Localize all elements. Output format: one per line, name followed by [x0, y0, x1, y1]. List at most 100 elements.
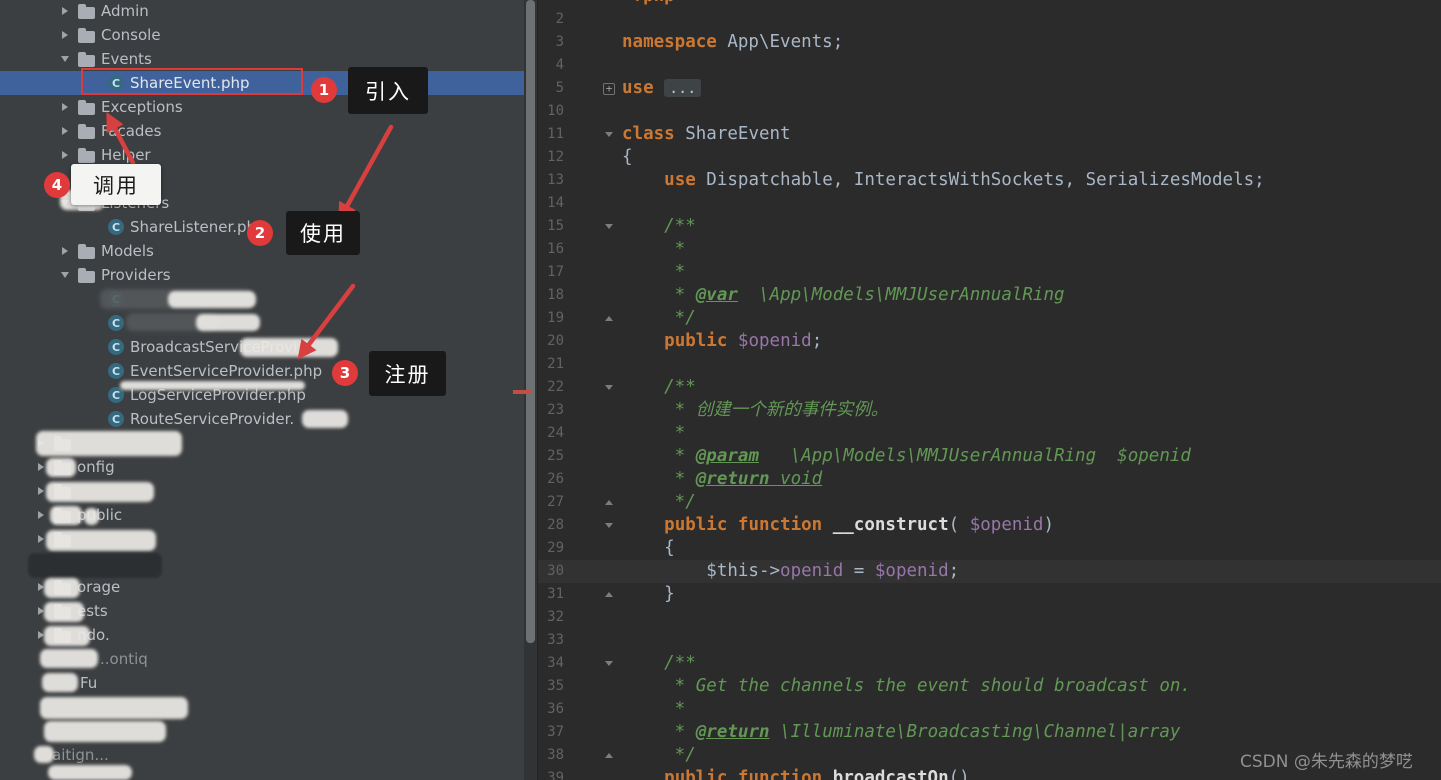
code-line-5[interactable]: 5+use ...	[538, 77, 1441, 100]
folder-icon	[78, 7, 95, 19]
code-line-13[interactable]: 13 use Dispatchable, InteractsWithSocket…	[538, 169, 1441, 192]
tree-item-providers[interactable]: Providers	[0, 263, 537, 287]
tree-item-console[interactable]: Console	[0, 23, 537, 47]
php-class-icon: C	[108, 411, 124, 427]
tree-item-exceptions[interactable]: Exceptions	[0, 95, 537, 119]
php-class-icon: C	[108, 219, 124, 235]
censor-blob	[48, 765, 132, 780]
chevron-down-icon[interactable]	[52, 272, 78, 278]
line-number: 24	[538, 422, 564, 445]
php-class-icon: C	[108, 363, 124, 379]
code-line-34[interactable]: 34 /**	[538, 652, 1441, 675]
tree-scrollbar-thumb[interactable]	[526, 0, 535, 643]
code-line-16[interactable]: 16 *	[538, 238, 1441, 261]
code-line-2[interactable]: 2	[538, 8, 1441, 31]
censor-blob	[34, 746, 54, 763]
line-number: 15	[538, 215, 564, 238]
tree-item-onfig[interactable]: onfig	[0, 455, 537, 479]
fold-open-icon[interactable]	[600, 215, 618, 238]
chevron-right-icon[interactable]	[52, 103, 78, 111]
tree-item-routeserviceprovider[interactable]: CRouteServiceProvider.	[0, 407, 537, 431]
fold-open-icon[interactable]	[600, 652, 618, 675]
code-text: *	[622, 698, 1441, 721]
code-line-12[interactable]: 12{	[538, 146, 1441, 169]
code-line-20[interactable]: 20 public $openid;	[538, 330, 1441, 353]
line-number: 22	[538, 376, 564, 399]
chevron-right-icon[interactable]	[52, 127, 78, 135]
chevron-right-icon[interactable]	[52, 247, 78, 255]
chevron-right-icon[interactable]	[52, 151, 78, 159]
code-line-4[interactable]: 4	[538, 54, 1441, 77]
code-line-18[interactable]: 18 * @var \App\Models\MMJUserAnnualRing	[538, 284, 1441, 307]
tree-item-admin[interactable]: Admin	[0, 0, 537, 23]
tree-item-label: ShareListener.php	[130, 218, 266, 236]
code-line-30[interactable]: 30 $this->openid = $openid;	[538, 560, 1441, 583]
code-line-29[interactable]: 29 {	[538, 537, 1441, 560]
code-line-15[interactable]: 15 /**	[538, 215, 1441, 238]
code-line-11[interactable]: 11class ShareEvent	[538, 123, 1441, 146]
code-line-28[interactable]: 28 public function __construct( $openid)	[538, 514, 1441, 537]
fold-open-icon[interactable]	[600, 123, 618, 146]
tree-item-label: Events	[101, 50, 152, 68]
tree-item-label: Console	[101, 26, 161, 44]
censor-blob	[44, 578, 80, 598]
code-line-27[interactable]: 27 */	[538, 491, 1441, 514]
fold-close-icon[interactable]	[600, 491, 618, 514]
code-line-19[interactable]: 19 */	[538, 307, 1441, 330]
code-line-33[interactable]: 33	[538, 629, 1441, 652]
code-line-32[interactable]: 32	[538, 606, 1441, 629]
fold-expand-icon[interactable]: +	[603, 83, 615, 95]
tree-item-label: Fu	[80, 674, 97, 692]
tree-item-orage[interactable]: orage	[0, 575, 537, 599]
folder-icon	[78, 103, 95, 115]
code-line-35[interactable]: 35 * Get the channels the event should b…	[538, 675, 1441, 698]
code-line-1[interactable]: 1<?php	[538, 0, 1441, 8]
code-line-21[interactable]: 21	[538, 353, 1441, 376]
censor-blob	[84, 508, 99, 525]
code-text: *	[622, 261, 1441, 284]
code-line-3[interactable]: 3namespace App\Events;	[538, 31, 1441, 54]
fold-close-icon[interactable]	[600, 307, 618, 330]
fold-open-icon[interactable]	[600, 514, 618, 537]
tree-item-facades[interactable]: Facades	[0, 119, 537, 143]
censor-blob	[240, 338, 338, 357]
chevron-right-icon[interactable]	[52, 7, 78, 15]
code-line-10[interactable]: 10	[538, 100, 1441, 123]
tree-item-aitign[interactable]: aitign...	[0, 743, 537, 767]
tree-item-fu[interactable]: Fu	[0, 671, 537, 695]
annotation-label-call: 调用	[71, 164, 161, 205]
line-number: 5	[538, 77, 564, 100]
code-line-36[interactable]: 36 *	[538, 698, 1441, 721]
code-line-24[interactable]: 24 *	[538, 422, 1441, 445]
fold-open-icon[interactable]	[600, 376, 618, 399]
code-line-37[interactable]: 37 * @return \Illuminate\Broadcasting\Ch…	[538, 721, 1441, 744]
code-line-14[interactable]: 14	[538, 192, 1441, 215]
code-line-25[interactable]: 25 * @param \App\Models\MMJUserAnnualRin…	[538, 445, 1441, 468]
code-line-22[interactable]: 22 /**	[538, 376, 1441, 399]
annotation-label-register: 注册	[369, 351, 446, 396]
chevron-down-icon[interactable]	[52, 56, 78, 62]
fold-close-icon[interactable]	[600, 744, 618, 767]
line-number: 28	[538, 514, 564, 537]
tree-item-eventserviceprovider-php[interactable]: CEventServiceProvider.php	[0, 359, 537, 383]
code-editor[interactable]: 1<?php23namespace App\Events;45+use ...1…	[537, 0, 1441, 780]
annotation-badge-1: 1	[311, 77, 337, 103]
censor-blob	[40, 697, 188, 719]
tree-item-label: Helper	[101, 146, 151, 164]
code-line-17[interactable]: 17 *	[538, 261, 1441, 284]
code-text: * @return \Illuminate\Broadcasting\Chann…	[622, 721, 1441, 744]
php-class-icon: C	[108, 315, 124, 331]
line-number: 21	[538, 353, 564, 376]
censor-blob	[42, 673, 78, 692]
code-line-31[interactable]: 31 }	[538, 583, 1441, 606]
tree-item[interactable]: C	[0, 287, 537, 311]
code-line-26[interactable]: 26 * @return void	[538, 468, 1441, 491]
tree-item[interactable]: C	[0, 311, 537, 335]
line-number: 25	[538, 445, 564, 468]
chevron-right-icon[interactable]	[52, 31, 78, 39]
code-text: *	[622, 422, 1441, 445]
fold-close-icon[interactable]	[600, 583, 618, 606]
annotation-badge-4: 4	[44, 172, 70, 198]
code-line-23[interactable]: 23 * 创建一个新的事件实例。	[538, 399, 1441, 422]
tree-item-label: Providers	[101, 266, 171, 284]
